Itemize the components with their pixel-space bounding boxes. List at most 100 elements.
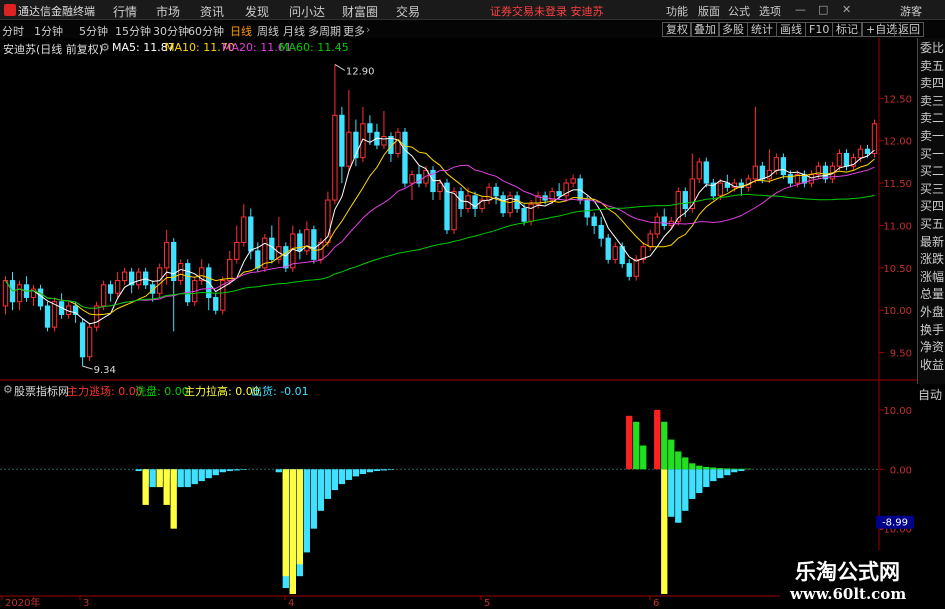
candle-up bbox=[717, 182, 723, 197]
candle-up bbox=[752, 165, 759, 180]
cyan-bar bbox=[324, 469, 332, 499]
quote-side-panel: 委比卖五卖四卖三卖二卖一买一买二买三买四买五最新涨跌涨幅总量外盘换手净资收益 bbox=[917, 38, 945, 384]
side-tab-5[interactable]: 卖一 bbox=[920, 130, 944, 142]
yellow-bar bbox=[661, 469, 668, 594]
cyan-bar bbox=[149, 469, 156, 488]
price-axis-label: 11.00 bbox=[883, 221, 912, 232]
yellow-bar bbox=[282, 469, 289, 577]
green-bar bbox=[710, 467, 717, 470]
candle-down bbox=[255, 250, 261, 269]
candle-down bbox=[626, 263, 632, 277]
side-tab-9[interactable]: 买四 bbox=[920, 200, 944, 212]
side-tab-15[interactable]: 外盘 bbox=[920, 306, 944, 318]
candle-up bbox=[451, 191, 457, 231]
cyan-bar bbox=[331, 469, 339, 491]
cyan-bar bbox=[240, 469, 247, 470]
candle-down bbox=[339, 114, 345, 167]
green-bar bbox=[717, 468, 724, 470]
candle-down bbox=[213, 297, 219, 311]
sub-axis-label: 10.00 bbox=[883, 406, 912, 417]
price-axis-label: 10.00 bbox=[883, 306, 912, 317]
side-tab-1[interactable]: 卖五 bbox=[920, 60, 944, 72]
candle-up bbox=[86, 326, 93, 358]
side-tab-16[interactable]: 换手 bbox=[920, 324, 944, 336]
date-label: 3 bbox=[83, 598, 89, 609]
candle-up bbox=[2, 280, 9, 307]
cyan-bar bbox=[724, 469, 731, 476]
candle-up bbox=[234, 241, 240, 260]
candle-up bbox=[696, 161, 702, 180]
candle-down bbox=[584, 199, 590, 218]
candle-down bbox=[248, 216, 254, 252]
green-bar bbox=[633, 421, 640, 470]
sub-axis-label: 0.00 bbox=[890, 465, 912, 476]
candle-down bbox=[661, 216, 667, 226]
side-tab-2[interactable]: 卖四 bbox=[920, 77, 944, 89]
candle-up bbox=[612, 246, 618, 260]
cyan-bar bbox=[668, 469, 675, 517]
date-label: 5 bbox=[484, 598, 490, 609]
cyan-bar bbox=[387, 469, 395, 470]
candle-up bbox=[689, 178, 695, 210]
green-bar bbox=[696, 465, 703, 470]
side-tab-7[interactable]: 买二 bbox=[920, 165, 944, 177]
side-tab-11[interactable]: 最新 bbox=[920, 236, 944, 248]
auto-button[interactable]: 自动 bbox=[918, 386, 942, 403]
candle-down bbox=[283, 246, 289, 269]
high-label: 12.90 bbox=[346, 66, 375, 77]
cyan-bar bbox=[233, 469, 240, 471]
watermark-url: www.60lt.com bbox=[790, 585, 907, 603]
candle-down bbox=[367, 123, 373, 133]
side-tab-10[interactable]: 买五 bbox=[920, 218, 944, 230]
candle-up bbox=[871, 123, 878, 154]
side-tab-6[interactable]: 买一 bbox=[920, 148, 944, 160]
green-bar bbox=[661, 421, 668, 470]
side-tab-13[interactable]: 涨幅 bbox=[920, 271, 944, 283]
candle-down bbox=[843, 152, 850, 167]
candle-up bbox=[773, 157, 780, 171]
ma10-line bbox=[5, 138, 875, 316]
side-tab-18[interactable]: 收益 bbox=[920, 359, 944, 371]
cyan-bar bbox=[177, 469, 184, 488]
green-bar bbox=[724, 468, 731, 470]
candle-up bbox=[178, 263, 184, 282]
high-marker bbox=[334, 64, 346, 71]
cyan-bar bbox=[205, 469, 212, 479]
green-bar bbox=[745, 468, 752, 470]
candle-down bbox=[759, 165, 766, 180]
price-axis-label: 12.00 bbox=[883, 137, 912, 148]
side-tab-4[interactable]: 卖二 bbox=[920, 112, 944, 124]
side-tab-8[interactable]: 买三 bbox=[920, 183, 944, 195]
cyan-bar bbox=[135, 469, 142, 472]
candle-down bbox=[605, 237, 611, 260]
candle-up bbox=[121, 271, 128, 282]
candle-up bbox=[135, 271, 142, 286]
cyan-bar bbox=[219, 469, 226, 473]
side-tab-17[interactable]: 净资 bbox=[920, 341, 944, 353]
side-tab-12[interactable]: 涨跌 bbox=[920, 253, 944, 265]
cyan-bar bbox=[675, 469, 682, 523]
side-tab-0[interactable]: 委比 bbox=[920, 42, 944, 54]
cyan-bar bbox=[198, 469, 205, 482]
candle-up bbox=[857, 148, 864, 159]
candle-up bbox=[332, 114, 338, 201]
side-tab-3[interactable]: 卖三 bbox=[920, 95, 944, 107]
green-bar bbox=[703, 466, 710, 470]
cyan-bar bbox=[184, 469, 191, 488]
candle-down bbox=[787, 174, 794, 184]
cyan-bar bbox=[366, 469, 374, 473]
candle-down bbox=[171, 241, 177, 282]
sub-value-label: -8.99 bbox=[882, 518, 908, 529]
date-label: 6 bbox=[653, 598, 659, 609]
cyan-bar bbox=[703, 469, 710, 488]
candle-up bbox=[486, 186, 492, 201]
cyan-bar bbox=[338, 469, 346, 485]
cyan-bar bbox=[212, 469, 219, 476]
candle-down bbox=[269, 237, 275, 260]
kline-chart[interactable]: 12.50 12.00 11.50 11.00 10.50 10.00 9.50 12.90 9… bbox=[0, 0, 917, 609]
candle-down bbox=[703, 161, 709, 184]
candle-down bbox=[458, 191, 464, 210]
green-bar bbox=[682, 457, 689, 470]
side-tab-14[interactable]: 总量 bbox=[920, 288, 944, 300]
candle-up bbox=[346, 131, 352, 167]
